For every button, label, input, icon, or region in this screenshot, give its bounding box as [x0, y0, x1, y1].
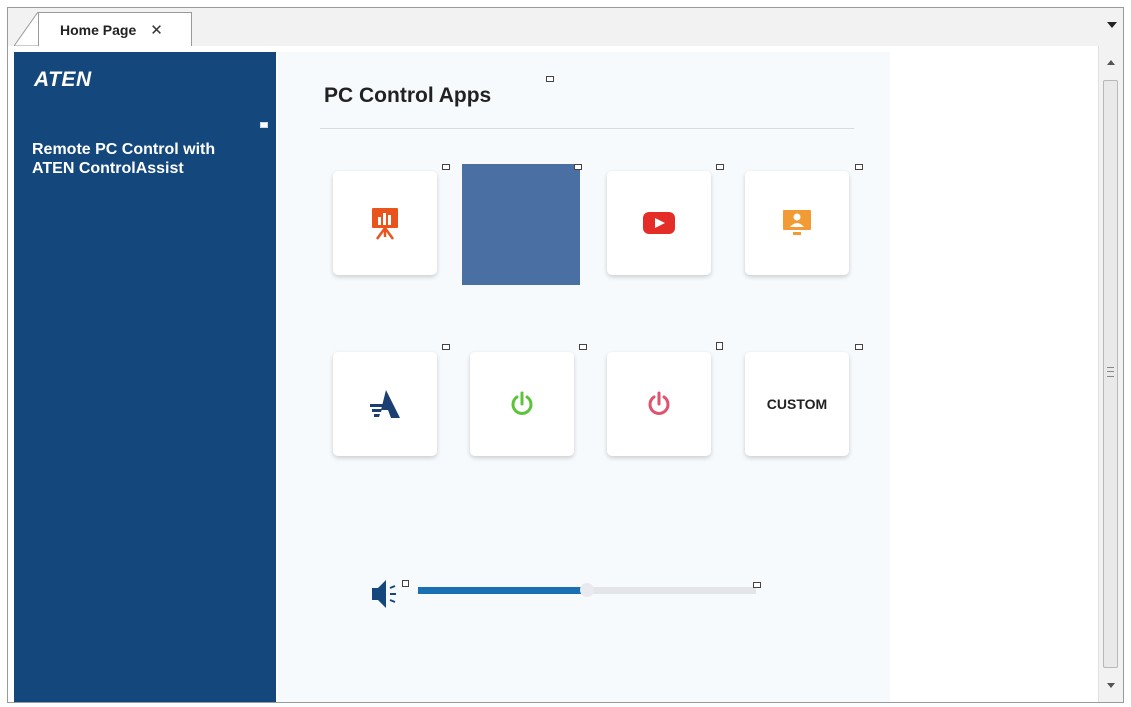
aten-logo-icon — [370, 390, 400, 418]
volume-thumb[interactable] — [580, 583, 594, 597]
app-tile-presentation[interactable] — [333, 171, 437, 275]
presentation-icon — [372, 208, 398, 240]
tab-home-page[interactable]: Home Page ✕ — [38, 12, 192, 46]
app-tile-selected[interactable] — [462, 164, 580, 285]
layout-marker — [855, 344, 863, 350]
main-panel: PC Control Apps CUSTOM — [278, 52, 890, 702]
layout-marker — [855, 164, 863, 170]
layout-marker — [260, 122, 268, 128]
layout-marker — [716, 342, 723, 350]
layout-marker — [574, 164, 582, 170]
close-icon[interactable]: ✕ — [150, 21, 163, 39]
tab-label: Home Page — [60, 21, 137, 38]
page-viewport: ATEN Remote PC Control with ATEN Control… — [8, 46, 1098, 702]
custom-label: CUSTOM — [766, 396, 828, 412]
app-tile-power-on[interactable] — [470, 352, 574, 456]
sidebar: ATEN Remote PC Control with ATEN Control… — [14, 52, 276, 702]
youtube-icon — [643, 212, 675, 234]
tab-strip: Home Page ✕ — [8, 8, 1123, 47]
browser-window: Home Page ✕ ATEN Remote PC Control with … — [7, 7, 1124, 703]
sidebar-subtitle: Remote PC Control with ATEN ControlAssis… — [32, 140, 272, 178]
layout-marker — [546, 76, 554, 82]
scrollbar-thumb[interactable] — [1103, 80, 1118, 668]
layout-marker — [442, 344, 450, 350]
aten-logo: ATEN — [34, 68, 92, 91]
scroll-up-icon[interactable] — [1107, 60, 1115, 65]
volume-fill — [418, 587, 587, 594]
monitor-user-icon — [783, 210, 811, 235]
tab-edge — [14, 12, 40, 46]
scroll-down-icon[interactable] — [1107, 683, 1115, 688]
grip-icon — [1107, 367, 1114, 377]
app-tile-youtube[interactable] — [607, 171, 711, 275]
app-tile-aten[interactable] — [333, 352, 437, 456]
app-tile-power-off[interactable] — [607, 352, 711, 456]
layout-marker — [402, 580, 409, 587]
power-off-icon — [648, 391, 670, 415]
subtitle-line-1: Remote PC Control with — [32, 141, 216, 158]
vertical-scrollbar[interactable] — [1098, 46, 1123, 702]
title-divider — [320, 128, 854, 129]
app-tile-monitor[interactable] — [745, 171, 849, 275]
page-title: PC Control Apps — [324, 84, 492, 107]
layout-marker — [753, 582, 761, 588]
tab-menu-chevron-down-icon[interactable] — [1107, 22, 1117, 28]
power-on-icon — [511, 391, 533, 415]
layout-marker — [442, 164, 450, 170]
layout-marker — [579, 344, 587, 350]
app-tile-custom[interactable]: CUSTOM — [745, 352, 849, 456]
layout-marker — [716, 164, 724, 170]
volume-slider[interactable] — [418, 583, 756, 597]
subtitle-line-2: ATEN ControlAssist — [32, 160, 184, 177]
